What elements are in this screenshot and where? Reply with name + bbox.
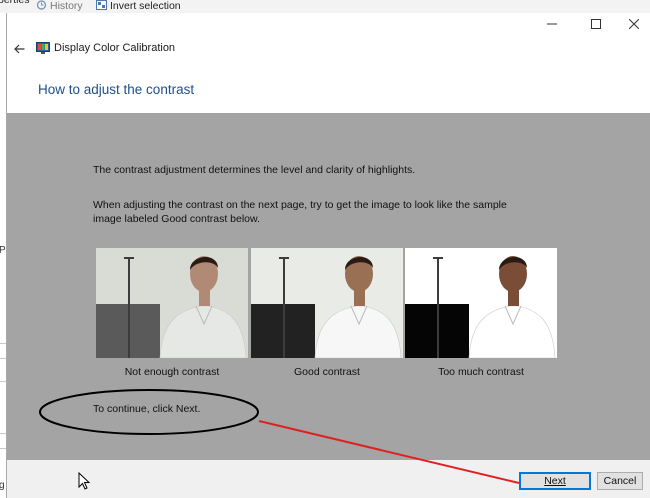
- maximize-icon: [591, 19, 601, 29]
- close-icon: [629, 19, 639, 29]
- mouse-cursor-icon: [78, 472, 90, 490]
- instruction-line-2: image labeled Good contrast below.: [93, 213, 260, 225]
- caption-not-enough-contrast: Not enough contrast: [124, 366, 220, 378]
- ribbon-cut-text: perties: [0, 0, 30, 6]
- window-title: Display Color Calibration: [54, 42, 176, 54]
- bg-bottom-cut-text: g: [0, 480, 5, 491]
- contrast-sample-photo: [405, 248, 557, 358]
- ribbon-history-label: History: [50, 0, 83, 12]
- next-button[interactable]: Next: [519, 472, 591, 490]
- title-bar: [7, 13, 650, 35]
- caption-good-contrast: Good contrast: [294, 366, 360, 378]
- sample-image-too-much-contrast: [405, 248, 557, 358]
- cancel-button-label: Cancel: [603, 475, 637, 487]
- content-panel: The contrast adjustment determines the l…: [7, 113, 650, 460]
- intro-paragraph: The contrast adjustment determines the l…: [93, 164, 416, 176]
- ribbon-invert-label: Invert selection: [110, 0, 181, 12]
- close-button[interactable]: [616, 13, 650, 35]
- caption-too-much-contrast: Too much contrast: [438, 366, 524, 378]
- contrast-sample-photo: [96, 248, 248, 358]
- sample-image-not-enough-contrast: [96, 248, 248, 358]
- dialog-footer: Next Cancel: [7, 460, 650, 498]
- history-icon: [36, 0, 47, 10]
- ribbon-history-button[interactable]: History: [36, 0, 83, 13]
- minimize-button[interactable]: [534, 13, 570, 35]
- sample-image-good-contrast: [251, 248, 403, 358]
- instruction-line-1: When adjusting the contrast on the next …: [93, 199, 507, 211]
- cancel-button[interactable]: Cancel: [597, 472, 643, 490]
- calibration-window: Display Color Calibration How to adjust …: [6, 13, 650, 498]
- back-arrow-icon: [13, 44, 24, 54]
- back-button[interactable]: [10, 40, 28, 58]
- background-explorer-ribbon: perties History Invert selection: [0, 0, 650, 13]
- display-calibration-icon: [36, 42, 50, 54]
- maximize-button[interactable]: [578, 13, 614, 35]
- contrast-sample-photo: [251, 248, 403, 358]
- invert-selection-icon: [96, 0, 107, 10]
- continue-instruction: To continue, click Next.: [93, 403, 201, 415]
- ribbon-invert-button[interactable]: Invert selection: [96, 0, 181, 13]
- next-button-label: Next: [544, 475, 566, 487]
- page-title: How to adjust the contrast: [38, 82, 195, 97]
- navigation-row: Display Color Calibration: [7, 37, 650, 61]
- minimize-icon: [547, 23, 557, 25]
